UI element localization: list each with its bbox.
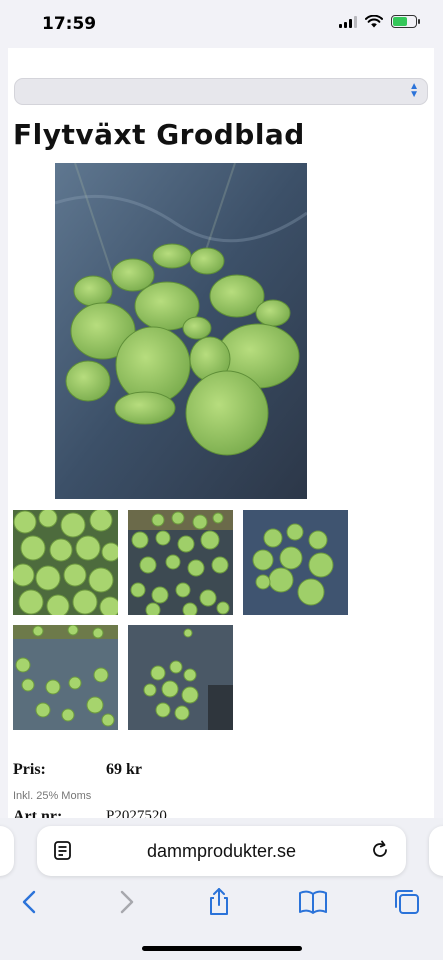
next-tab-pill[interactable]: [429, 826, 443, 876]
status-time: 17:59: [42, 14, 97, 34]
article-number-label: Art.nr:: [13, 808, 63, 818]
cellular-signal-icon: [339, 15, 357, 28]
price-label: Pris:: [13, 761, 46, 778]
product-thumbnail-3[interactable]: [243, 510, 348, 615]
url-text[interactable]: dammprodukter.se: [37, 841, 406, 862]
category-select[interactable]: ▲ ▼: [14, 78, 428, 105]
tabs-icon[interactable]: [391, 886, 423, 918]
status-icons: [339, 15, 420, 28]
product-title: Flytväxt Grodblad: [13, 118, 305, 151]
wifi-icon: [365, 15, 383, 28]
home-indicator: [142, 946, 302, 951]
battery-icon: [391, 15, 420, 28]
forward-chevron-icon[interactable]: [110, 886, 142, 918]
product-thumbnail-5[interactable]: [128, 625, 233, 730]
address-bar[interactable]: dammprodukter.se: [37, 826, 406, 876]
share-icon[interactable]: [203, 886, 235, 918]
product-thumbnail-4[interactable]: [13, 625, 118, 730]
book-icon[interactable]: [297, 886, 329, 918]
previous-tab-pill[interactable]: [0, 826, 14, 876]
status-bar: 17:59: [0, 0, 443, 48]
price-value: 69 kr: [106, 761, 142, 778]
vat-note: Inkl. 25% Moms: [13, 790, 92, 802]
browser-bottom-bar: dammprodukter.se: [0, 818, 443, 960]
product-thumbnail-1[interactable]: [13, 510, 118, 615]
back-chevron-icon[interactable]: [14, 886, 46, 918]
article-number-value: P2027520: [106, 808, 167, 818]
product-thumbnail-2[interactable]: [128, 510, 233, 615]
chevron-up-down-icon: ▲ ▼: [409, 81, 419, 100]
web-page: ▲ ▼ Flytväxt Grodblad Pris: 69 kr Inkl. …: [8, 48, 434, 818]
product-main-image[interactable]: [55, 163, 307, 499]
reload-icon[interactable]: [370, 840, 390, 860]
